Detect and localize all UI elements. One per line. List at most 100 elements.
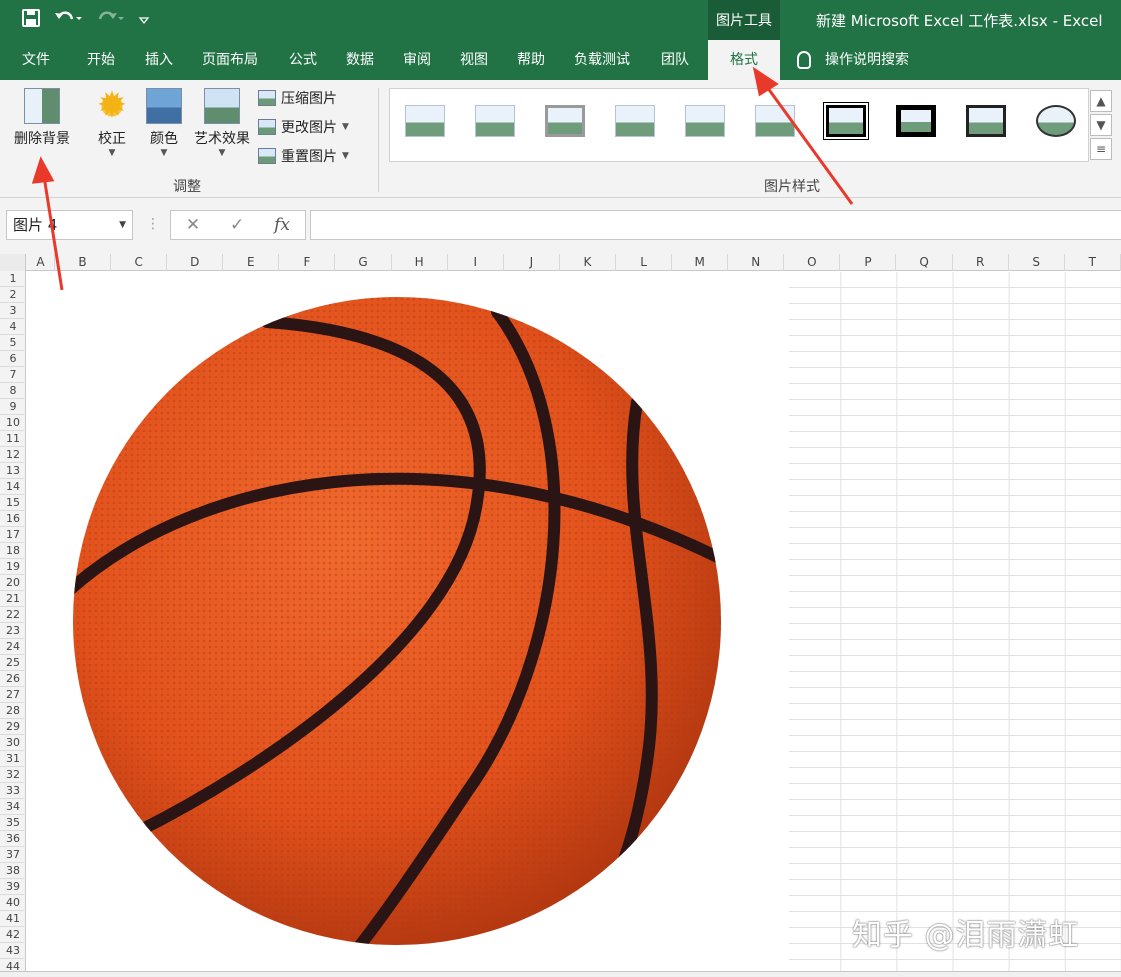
row-header[interactable]: 8 [0, 383, 26, 399]
redo-icon[interactable] [96, 9, 124, 32]
column-header[interactable]: H [392, 254, 448, 271]
row-header[interactable]: 34 [0, 799, 26, 815]
style-thick-frame[interactable] [896, 105, 936, 137]
column-header[interactable]: F [279, 254, 336, 271]
gallery-more[interactable]: ≡ [1090, 138, 1112, 160]
style-oval[interactable] [1036, 105, 1076, 137]
reset-picture-button[interactable]: 重置图片 ▼ [258, 146, 349, 166]
style-beveled[interactable] [545, 105, 585, 137]
row-header[interactable]: 14 [0, 479, 26, 495]
change-picture-button[interactable]: 更改图片 ▼ [258, 117, 349, 137]
style-soft-edge[interactable] [475, 105, 515, 137]
color-button[interactable]: 颜色 ▼ [144, 88, 184, 158]
tab-view[interactable]: 视图 [460, 40, 488, 80]
column-header[interactable]: D [167, 254, 224, 271]
style-reflected[interactable] [685, 105, 725, 137]
basketball-image[interactable] [27, 272, 789, 971]
row-header[interactable]: 37 [0, 847, 26, 863]
column-header[interactable]: J [504, 254, 560, 271]
tab-format[interactable]: 格式 [708, 40, 780, 80]
column-header[interactable]: Q [897, 254, 953, 271]
column-header[interactable]: I [448, 254, 504, 271]
row-header[interactable]: 36 [0, 831, 26, 847]
column-header[interactable]: K [560, 254, 616, 271]
row-header[interactable]: 1 [0, 271, 26, 287]
row-header[interactable]: 7 [0, 367, 26, 383]
tab-team[interactable]: 团队 [661, 40, 689, 80]
tab-home[interactable]: 开始 [87, 40, 115, 80]
gallery-scroll-down[interactable]: ▼ [1090, 114, 1112, 136]
row-header[interactable]: 28 [0, 703, 26, 719]
row-header[interactable]: 43 [0, 943, 26, 959]
row-header[interactable]: 16 [0, 511, 26, 527]
remove-background-button[interactable]: 删除背景 [10, 88, 74, 148]
row-header[interactable]: 12 [0, 447, 26, 463]
style-soft-shadow[interactable] [755, 105, 795, 137]
row-header[interactable]: 33 [0, 783, 26, 799]
row-header[interactable]: 32 [0, 767, 26, 783]
column-header[interactable]: S [1009, 254, 1065, 271]
save-icon[interactable] [22, 9, 40, 32]
tab-load-test[interactable]: 负载测试 [574, 40, 630, 80]
column-header[interactable]: P [840, 254, 897, 271]
row-header[interactable]: 22 [0, 607, 26, 623]
artistic-effects-button[interactable]: 艺术效果 ▼ [190, 88, 254, 158]
row-header[interactable]: 10 [0, 415, 26, 431]
tab-insert[interactable]: 插入 [145, 40, 173, 80]
style-double-frame[interactable] [823, 102, 869, 140]
row-header[interactable]: 38 [0, 863, 26, 879]
row-header[interactable]: 39 [0, 879, 26, 895]
enter-icon[interactable]: ✓ [230, 215, 244, 235]
column-header[interactable]: N [728, 254, 785, 271]
style-simple-frame[interactable] [405, 105, 445, 137]
column-header[interactable]: R [953, 254, 1009, 271]
row-header[interactable]: 21 [0, 591, 26, 607]
row-header[interactable]: 19 [0, 559, 26, 575]
column-header[interactable]: E [223, 254, 280, 271]
style-drop-shadow[interactable] [615, 105, 655, 137]
column-header[interactable]: A [27, 254, 55, 271]
tab-formulas[interactable]: 公式 [289, 40, 317, 80]
column-header[interactable]: M [672, 254, 729, 271]
row-header[interactable]: 30 [0, 735, 26, 751]
compress-pictures-button[interactable]: 压缩图片 [258, 88, 337, 108]
row-header[interactable]: 40 [0, 895, 26, 911]
row-header[interactable]: 15 [0, 495, 26, 511]
tab-help[interactable]: 帮助 [517, 40, 545, 80]
gallery-scroll-up[interactable]: ▲ [1090, 90, 1112, 112]
row-header[interactable]: 27 [0, 687, 26, 703]
row-header[interactable]: 20 [0, 575, 26, 591]
customize-qat-icon[interactable] [138, 10, 150, 31]
corrections-button[interactable]: 校正 ▼ [90, 84, 134, 158]
formula-input[interactable] [310, 210, 1121, 240]
row-header[interactable]: 41 [0, 911, 26, 927]
column-header[interactable]: T [1065, 254, 1121, 271]
row-header[interactable]: 35 [0, 815, 26, 831]
row-header[interactable]: 18 [0, 543, 26, 559]
column-header[interactable]: O [784, 254, 841, 271]
row-header[interactable]: 6 [0, 351, 26, 367]
row-header[interactable]: 3 [0, 303, 26, 319]
tab-review[interactable]: 审阅 [403, 40, 431, 80]
row-header[interactable]: 29 [0, 719, 26, 735]
row-header[interactable]: 42 [0, 927, 26, 943]
row-header[interactable]: 2 [0, 287, 26, 303]
row-header[interactable]: 24 [0, 639, 26, 655]
row-header[interactable]: 5 [0, 335, 26, 351]
row-header[interactable]: 17 [0, 527, 26, 543]
column-header[interactable]: L [616, 254, 673, 271]
row-header[interactable]: 4 [0, 319, 26, 335]
row-header[interactable]: 25 [0, 655, 26, 671]
row-header[interactable]: 26 [0, 671, 26, 687]
row-header[interactable]: 11 [0, 431, 26, 447]
tell-me-search[interactable]: 操作说明搜索 [797, 40, 909, 80]
style-metal-frame[interactable] [966, 105, 1006, 137]
tab-page-layout[interactable]: 页面布局 [202, 40, 258, 80]
undo-icon[interactable] [54, 9, 82, 32]
row-header[interactable]: 13 [0, 463, 26, 479]
insert-function-icon[interactable]: fx [274, 215, 290, 235]
row-header[interactable]: 31 [0, 751, 26, 767]
row-header[interactable]: 23 [0, 623, 26, 639]
select-all-corner[interactable] [0, 254, 26, 271]
tab-data[interactable]: 数据 [346, 40, 374, 80]
